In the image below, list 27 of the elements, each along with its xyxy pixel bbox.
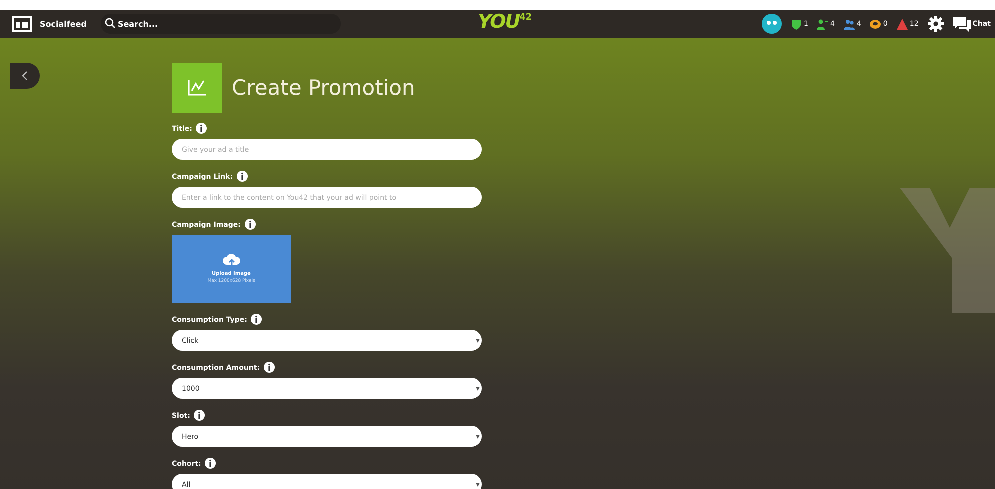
info-icon[interactable] [251, 314, 262, 325]
app-name[interactable]: Socialfeed [40, 20, 87, 28]
caret-icon [476, 434, 480, 438]
chat-icon[interactable] [952, 16, 971, 32]
avatar-icon[interactable] [762, 14, 782, 34]
shield-icon[interactable] [791, 18, 802, 30]
info-icon[interactable] [205, 458, 216, 469]
person-icon[interactable] [817, 18, 828, 30]
chart-icon [187, 79, 207, 97]
search-field[interactable]: Search... [100, 14, 341, 34]
feed-icon[interactable] [12, 16, 32, 32]
alert-icon[interactable] [896, 18, 908, 30]
back-button[interactable] [10, 63, 40, 89]
caret-icon [476, 482, 480, 486]
caret-icon [476, 338, 480, 342]
info-icon[interactable] [196, 123, 208, 134]
page-title: Create Promotion [232, 76, 416, 100]
coin-icon[interactable] [870, 18, 882, 30]
group-icon[interactable] [844, 18, 855, 30]
info-icon[interactable] [237, 171, 248, 182]
settings-icon[interactable] [928, 16, 944, 32]
info-icon[interactable] [194, 410, 206, 421]
info-icon[interactable] [244, 219, 256, 230]
caret-icon [476, 386, 480, 390]
search-icon [104, 18, 116, 29]
chevron-left-icon [22, 71, 28, 81]
info-icon[interactable] [264, 362, 275, 373]
